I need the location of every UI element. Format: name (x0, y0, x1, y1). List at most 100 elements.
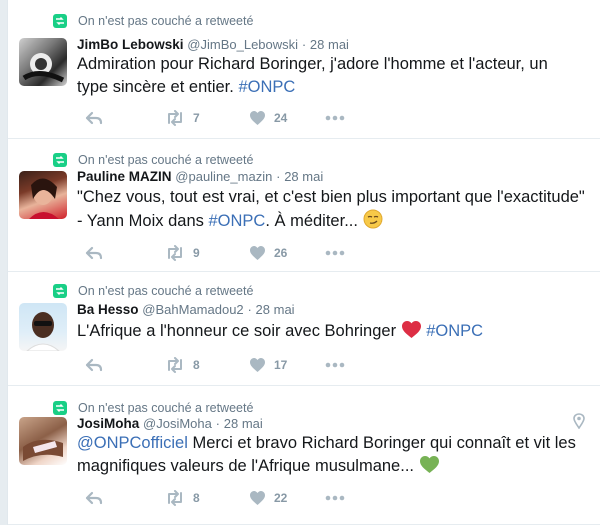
handle[interactable]: @JimBo_Lebowski (187, 37, 298, 52)
more-button[interactable] (325, 488, 345, 508)
more-button[interactable] (325, 108, 345, 128)
reply-button[interactable] (85, 243, 103, 263)
tweet-header: JimBo Lebowski @JimBo_Lebowski · 28 mai (77, 37, 349, 52)
retweet-button[interactable]: 7 (165, 108, 200, 128)
tweet-text: L'Afrique a l'honneur ce soir avec Bohri… (77, 320, 577, 346)
retweet-context-icon (53, 153, 67, 167)
more-button[interactable] (325, 355, 345, 375)
tweet-text: "Chez vous, tout est vrai, et c'est bien… (77, 186, 592, 236)
hashtag-link[interactable]: #ONPC (208, 212, 265, 230)
tweet-actions: 8 17 (77, 355, 377, 375)
reply-button[interactable] (85, 108, 103, 128)
location-pin-icon[interactable] (573, 413, 585, 434)
retweet-count: 9 (193, 246, 200, 260)
tweet-text-body: Admiration pour Richard Boringer, j'ador… (77, 55, 548, 96)
retweet-context: On n'est pas couché a retweeté (53, 400, 253, 416)
tweet-text: @ONPCofficiel Merci et bravo Richard Bor… (77, 432, 582, 481)
tweet[interactable]: On n'est pas couché a retweeté JimBo Leb… (8, 0, 600, 139)
timeline: On n'est pas couché a retweeté JimBo Leb… (7, 0, 600, 525)
timestamp[interactable]: 28 mai (256, 302, 295, 317)
separator: · (276, 169, 281, 184)
tweet-header: JosiMoha @JosiMoha · 28 mai (77, 416, 263, 431)
retweet-context-text[interactable]: On n'est pas couché a retweeté (78, 14, 253, 28)
handle[interactable]: @pauline_mazin (175, 169, 272, 184)
heart-icon (250, 246, 265, 260)
retweet-context-text[interactable]: On n'est pas couché a retweeté (78, 153, 253, 167)
retweet-icon (168, 357, 182, 373)
separator: · (247, 302, 252, 317)
more-dots-icon (325, 362, 345, 368)
retweet-button[interactable]: 8 (165, 355, 200, 375)
tweet-header: Ba Hesso @BahMamadou2 · 28 mai (77, 302, 295, 317)
reply-button[interactable] (85, 488, 103, 508)
handle[interactable]: @BahMamadou2 (142, 302, 243, 317)
retweet-context: On n'est pas couché a retweeté (53, 13, 253, 29)
handle[interactable]: @JosiMoha (143, 416, 212, 431)
retweet-button[interactable]: 8 (165, 488, 200, 508)
retweet-count: 7 (193, 111, 200, 125)
retweet-context: On n'est pas couché a retweeté (53, 152, 253, 168)
reply-icon (85, 491, 103, 505)
tweet-header: Pauline MAZIN @pauline_mazin · 28 mai (77, 169, 323, 184)
avatar[interactable] (19, 38, 67, 86)
like-button[interactable]: 26 (249, 243, 287, 263)
hashtag-link[interactable]: #ONPC (426, 322, 483, 340)
more-button[interactable] (325, 243, 345, 263)
retweet-icon (168, 490, 182, 506)
like-count: 17 (274, 358, 288, 372)
timestamp[interactable]: 28 mai (284, 169, 323, 184)
smirking-face-emoji (363, 209, 383, 236)
mention-link[interactable]: @ONPCofficiel (77, 434, 188, 452)
tweet-actions: 8 22 (77, 488, 377, 508)
retweet-context-icon (53, 284, 67, 298)
timestamp[interactable]: 28 mai (224, 416, 263, 431)
more-dots-icon (325, 495, 345, 501)
retweet-icon (168, 245, 182, 261)
retweet-context: On n'est pas couché a retweeté (53, 283, 253, 299)
heart-icon (250, 111, 265, 125)
tweet-text: Admiration pour Richard Boringer, j'ador… (77, 53, 577, 99)
avatar[interactable] (19, 417, 67, 465)
retweet-context-icon (53, 401, 67, 415)
retweet-context-icon (53, 14, 67, 28)
reply-icon (85, 358, 103, 372)
separator: · (301, 37, 307, 52)
retweet-count: 8 (193, 358, 200, 372)
like-count: 22 (274, 491, 288, 505)
retweet-icon (168, 110, 182, 126)
more-dots-icon (325, 250, 345, 256)
avatar[interactable] (19, 303, 67, 351)
fullname[interactable]: Pauline MAZIN (77, 169, 172, 184)
tweet-actions: 7 24 (77, 108, 377, 128)
more-dots-icon (325, 115, 345, 121)
like-button[interactable]: 22 (249, 488, 287, 508)
tweet-text-tail: . À méditer... (265, 212, 358, 230)
tweet-text-body: L'Afrique a l'honneur ce soir avec Bohri… (77, 322, 401, 340)
like-count: 26 (274, 246, 288, 260)
retweet-count: 8 (193, 491, 200, 505)
timestamp[interactable]: 28 mai (310, 37, 349, 52)
retweet-context-text[interactable]: On n'est pas couché a retweeté (78, 284, 253, 298)
tweet[interactable]: On n'est pas couché a retweeté Ba Hesso … (8, 272, 600, 386)
like-button[interactable]: 17 (249, 355, 287, 375)
tweet[interactable]: On n'est pas couché a retweeté JosiMoha … (8, 386, 600, 525)
like-count: 24 (274, 111, 288, 125)
tweet-actions: 9 26 (77, 243, 377, 263)
fullname[interactable]: Ba Hesso (77, 302, 139, 317)
tweet[interactable]: On n'est pas couché a retweeté Pauline M… (8, 139, 600, 272)
hashtag-link[interactable]: #ONPC (238, 78, 295, 96)
reply-icon (85, 111, 103, 125)
retweet-button[interactable]: 9 (165, 243, 200, 263)
like-button[interactable]: 24 (249, 108, 287, 128)
green-heart-emoji (419, 455, 440, 481)
separator: · (215, 416, 220, 431)
reply-button[interactable] (85, 355, 103, 375)
heart-icon (250, 491, 265, 505)
red-heart-emoji (401, 320, 422, 346)
avatar[interactable] (19, 171, 67, 219)
fullname[interactable]: JimBo Lebowski (77, 37, 184, 52)
reply-icon (85, 246, 103, 260)
retweet-context-text[interactable]: On n'est pas couché a retweeté (78, 401, 253, 415)
heart-icon (250, 358, 265, 372)
fullname[interactable]: JosiMoha (77, 416, 139, 431)
